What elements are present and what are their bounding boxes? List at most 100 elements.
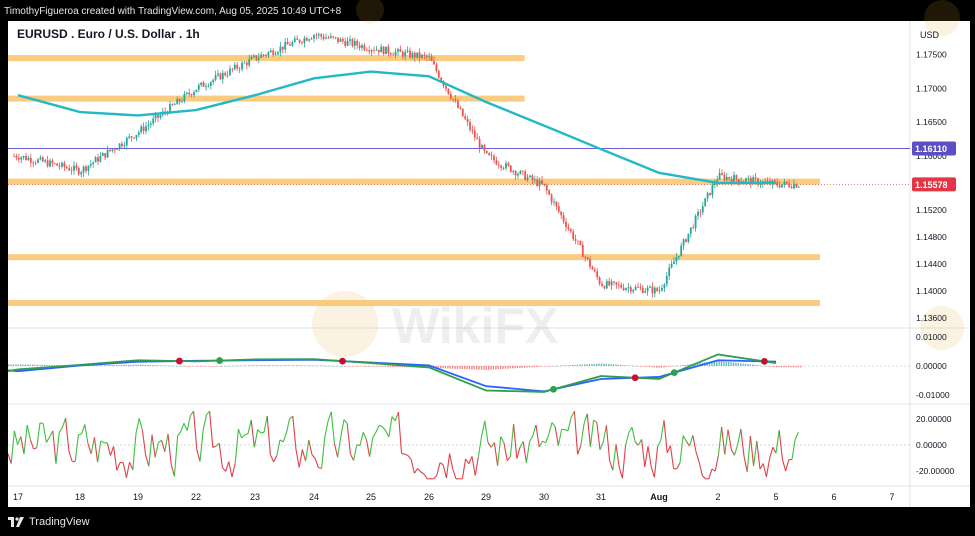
- candle: [116, 149, 119, 150]
- macd-histogram-bar: [29, 364, 31, 366]
- candle: [459, 107, 462, 109]
- candle: [560, 211, 563, 216]
- candle: [92, 162, 95, 164]
- candle: [622, 287, 625, 291]
- time-tick-label: 30: [539, 492, 549, 502]
- macd-histogram-bar: [24, 364, 27, 366]
- chart-canvas: [8, 21, 970, 507]
- candle: [197, 85, 200, 90]
- candle: [65, 167, 68, 169]
- candle: [277, 52, 279, 54]
- candle: [293, 38, 296, 43]
- candle: [361, 45, 363, 48]
- macd-histogram-bar: [528, 366, 531, 368]
- candle: [413, 52, 416, 58]
- price-badge-label: 1.16110: [915, 144, 947, 154]
- candle: [298, 39, 301, 43]
- macd-histogram-bar: [624, 365, 627, 366]
- candle: [416, 52, 419, 58]
- candle: [709, 192, 711, 195]
- candle: [303, 38, 306, 43]
- macd-histogram-bar: [653, 366, 655, 368]
- candle: [133, 137, 135, 139]
- macd-cross-marker: [761, 357, 768, 365]
- price-chart[interactable]: WikiFX 1.175001.170001.165001.160001.152…: [0, 0, 975, 536]
- macd-histogram-bar: [332, 365, 334, 367]
- candle: [34, 162, 37, 164]
- candle: [221, 72, 224, 80]
- macd-histogram-bar: [752, 364, 754, 366]
- candle: [109, 149, 111, 151]
- candle: [315, 35, 318, 37]
- macd-histogram-bar: [8, 364, 10, 366]
- candle: [497, 164, 500, 166]
- candle: [358, 45, 361, 48]
- macd-histogram-bar: [632, 365, 634, 367]
- candle: [783, 181, 786, 185]
- candle: [529, 175, 531, 178]
- candle: [82, 166, 85, 173]
- macd-histogram-bar: [135, 364, 137, 366]
- macd-histogram-bar: [149, 365, 151, 366]
- candle: [577, 240, 579, 242]
- candle: [721, 173, 723, 175]
- candle: [401, 51, 404, 57]
- macd-histogram-bar: [495, 366, 497, 370]
- macd-histogram-bar: [552, 366, 555, 367]
- macd-histogram-bar: [608, 363, 610, 366]
- candle: [493, 156, 495, 161]
- candle: [687, 233, 690, 242]
- candle: [591, 266, 594, 270]
- candle: [248, 59, 251, 66]
- macd-histogram-bar: [344, 366, 346, 367]
- oscillator-tick-label: -20.00000: [916, 466, 955, 476]
- macd-histogram-bar: [732, 362, 735, 366]
- tradingview-footer[interactable]: TradingView: [8, 513, 90, 531]
- macd-histogram-bar: [476, 366, 478, 370]
- candle: [394, 51, 397, 56]
- candle: [550, 194, 553, 203]
- candle: [236, 64, 239, 69]
- candle: [675, 257, 678, 262]
- candle: [555, 201, 558, 207]
- candle: [581, 244, 584, 257]
- candle: [435, 64, 438, 72]
- currency-label: USD: [920, 30, 940, 40]
- candle: [243, 62, 246, 64]
- macd-histogram-bar: [226, 365, 228, 367]
- macd-cross-marker: [631, 374, 639, 382]
- candle: [644, 291, 647, 293]
- macd-histogram-bar: [716, 361, 718, 366]
- macd-histogram-bar: [464, 366, 466, 370]
- candle: [173, 104, 176, 106]
- candle: [49, 160, 51, 167]
- candle: [387, 46, 390, 54]
- macd-histogram-bar: [195, 366, 197, 367]
- candle: [279, 46, 282, 53]
- macd-histogram-bar: [756, 365, 759, 366]
- price-tick-label: 1.15200: [916, 205, 947, 215]
- macd-histogram-bar: [104, 365, 106, 366]
- macd-histogram-bar: [101, 365, 103, 366]
- macd-histogram-bar: [780, 366, 783, 368]
- candle: [80, 172, 83, 175]
- macd-histogram-bar: [96, 365, 99, 366]
- candle: [159, 114, 162, 118]
- macd-histogram-bar: [660, 366, 663, 368]
- macd-histogram-bar: [665, 366, 667, 368]
- candle: [344, 41, 347, 46]
- macd-histogram-bar: [183, 366, 185, 367]
- candle: [797, 186, 800, 188]
- macd-histogram-bar: [622, 365, 624, 366]
- candle: [706, 192, 709, 199]
- candle: [178, 98, 181, 102]
- macd-histogram-bar: [783, 366, 785, 368]
- candle: [349, 39, 351, 41]
- macd-histogram-bar: [252, 365, 255, 366]
- oscillator-tick-label: 0.00000: [916, 440, 947, 450]
- macd-histogram-bar: [144, 364, 147, 366]
- candle: [195, 89, 198, 93]
- candle: [454, 99, 457, 102]
- candle: [53, 163, 56, 165]
- candle: [94, 157, 97, 163]
